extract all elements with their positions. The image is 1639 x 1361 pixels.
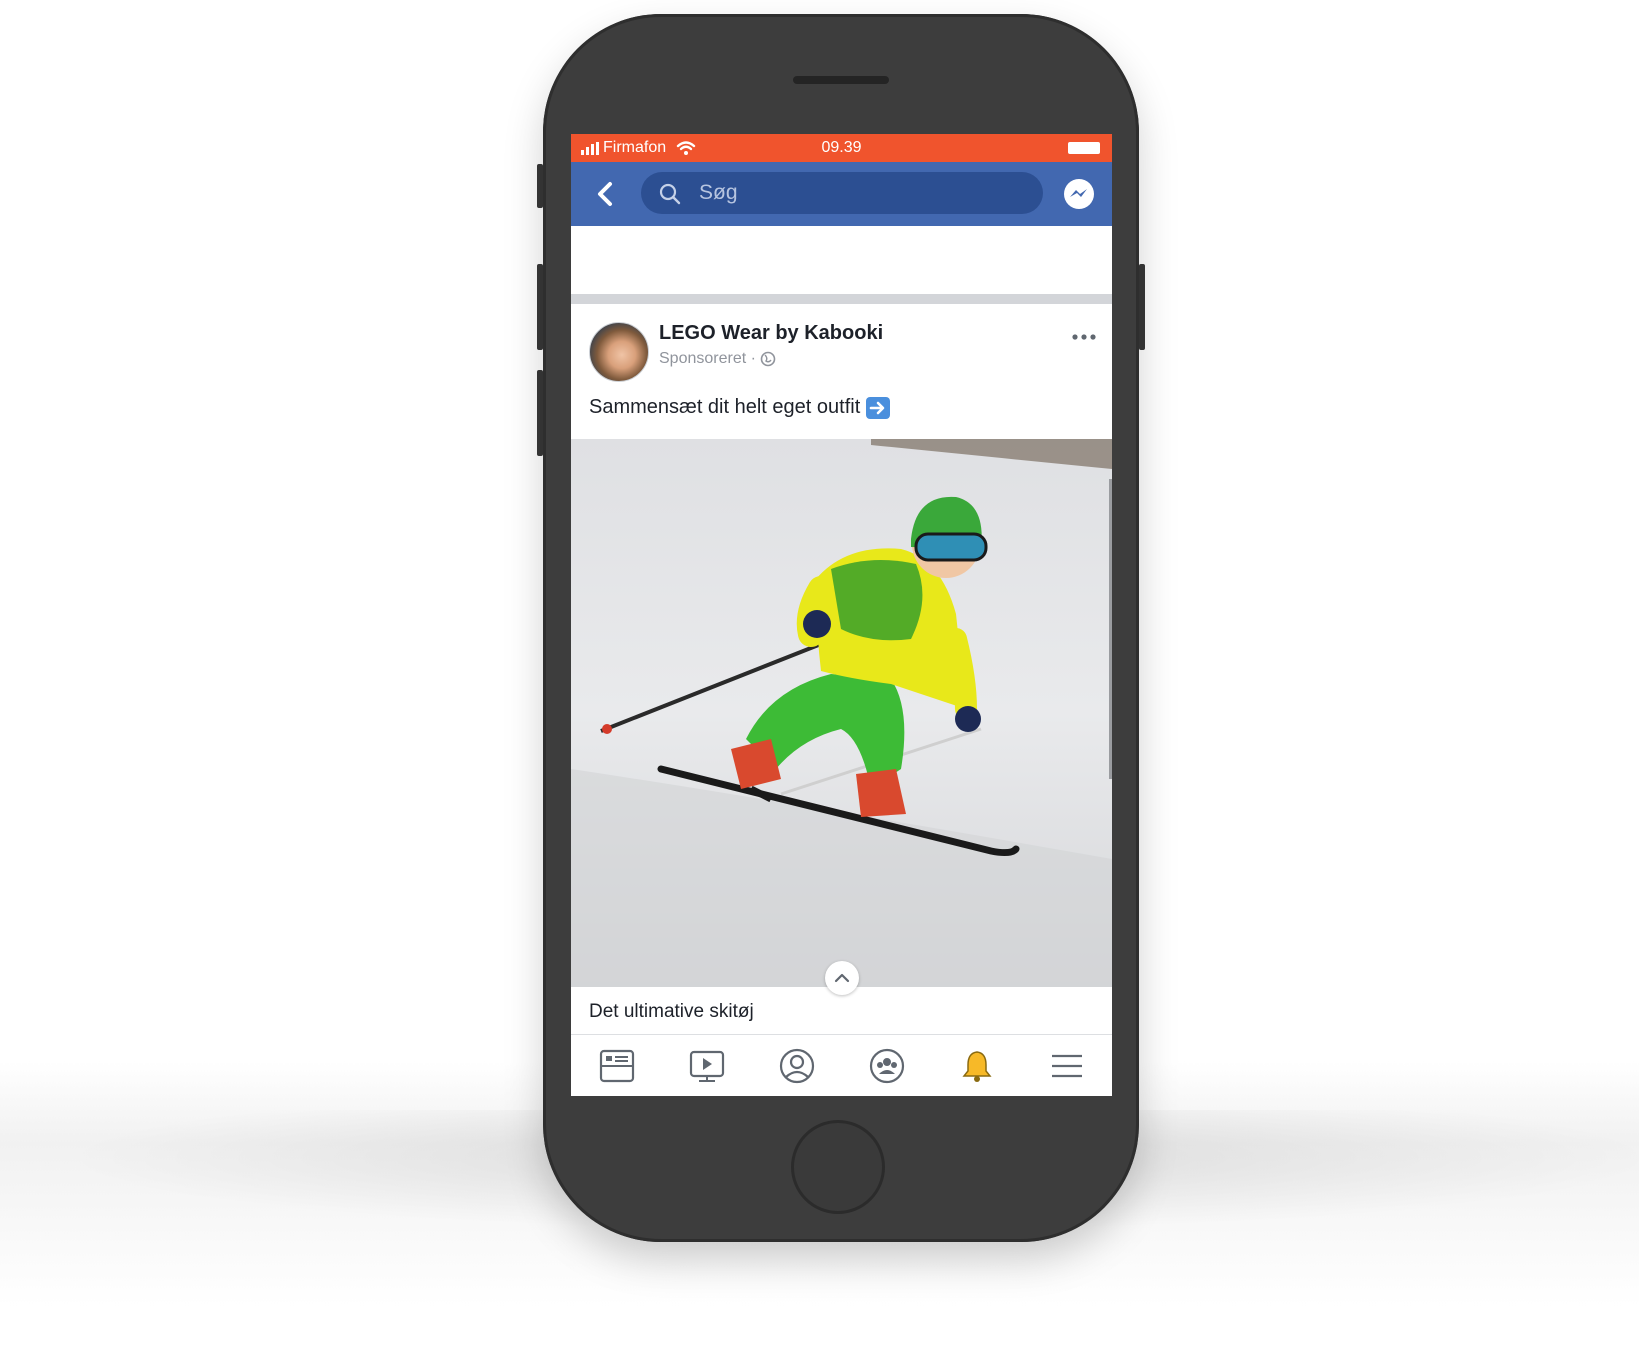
ad-image[interactable] xyxy=(571,439,1112,987)
post-header: LEGO Wear by Kabooki Sponsoreret · xyxy=(571,304,1112,404)
status-time: 09.39 xyxy=(821,139,862,156)
mute-switch xyxy=(537,164,543,208)
bell-icon[interactable] xyxy=(958,1047,996,1085)
feed-separator xyxy=(571,294,1112,304)
collapse-button[interactable] xyxy=(825,961,859,995)
skier-illustration xyxy=(571,439,1112,987)
right-arrow-emoji-icon xyxy=(866,396,891,419)
groups-icon[interactable] xyxy=(868,1047,906,1085)
sponsored-label: Sponsoreret · xyxy=(659,350,756,367)
search-placeholder: Søg xyxy=(699,181,738,204)
post-text: Sammensæt dit helt eget outfit xyxy=(589,396,861,418)
messenger-icon[interactable] xyxy=(1062,178,1096,212)
video-icon[interactable] xyxy=(688,1047,726,1085)
post-text-row: Sammensæt dit helt eget outfit xyxy=(589,396,891,419)
chevron-up-icon xyxy=(834,973,850,983)
search-input[interactable]: Søg xyxy=(641,172,1043,214)
carousel-scroll-indicator xyxy=(1109,479,1112,779)
earpiece-speaker xyxy=(793,76,889,84)
menu-icon[interactable] xyxy=(1048,1047,1086,1085)
power-button xyxy=(1139,264,1145,350)
volume-down-button xyxy=(537,370,543,456)
battery-icon xyxy=(1068,142,1100,154)
sponsored-row: Sponsoreret · xyxy=(659,350,776,368)
back-arrow-icon[interactable] xyxy=(593,180,619,208)
search-icon xyxy=(659,183,681,205)
profile-icon[interactable] xyxy=(778,1047,816,1085)
news-feed-icon[interactable] xyxy=(598,1047,636,1085)
bottom-tab-bar xyxy=(571,1034,1112,1096)
caption-title[interactable]: Det ultimative skitøj xyxy=(589,1001,754,1023)
home-button[interactable] xyxy=(791,1120,885,1214)
more-options-icon[interactable] xyxy=(1071,330,1097,344)
globe-icon xyxy=(760,351,776,367)
page-avatar[interactable] xyxy=(589,322,649,382)
page-name[interactable]: LEGO Wear by Kabooki xyxy=(659,322,883,345)
top-nav-bar: Søg xyxy=(571,162,1112,226)
phone-screen: Firmafon 09.39 Søg LEGO Wear by Kabooki … xyxy=(571,134,1112,1096)
volume-up-button xyxy=(537,264,543,350)
status-bar: Firmafon 09.39 xyxy=(571,134,1112,162)
